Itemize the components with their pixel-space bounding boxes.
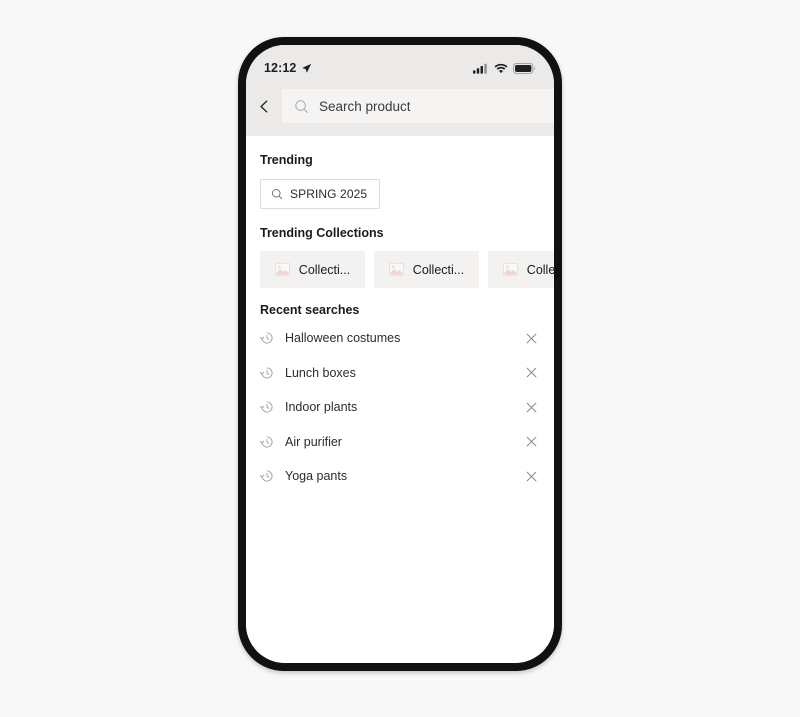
history-clock-icon	[260, 366, 274, 380]
image-placeholder-icon	[274, 263, 290, 276]
phone-screen: 12:12 Search product Trending SPRING 202…	[246, 45, 554, 663]
search-placeholder: Search product	[319, 98, 411, 114]
chevron-left-icon	[257, 99, 272, 114]
recent-search-label: Lunch boxes	[285, 365, 356, 380]
list-item[interactable]: Halloween costumes	[260, 321, 540, 356]
history-clock-icon	[260, 469, 274, 483]
recent-search-label: Halloween costumes	[285, 331, 401, 346]
trending-chip-row: SPRING 2025	[260, 179, 540, 209]
back-button[interactable]	[246, 89, 282, 123]
remove-recent-search-button[interactable]	[522, 467, 540, 485]
history-clock-icon	[260, 435, 274, 449]
recent-search-label: Yoga pants	[285, 469, 348, 484]
history-clock-icon	[260, 331, 274, 345]
collection-card[interactable]: Collecti...	[374, 251, 479, 288]
collection-card[interactable]: Collecti...	[488, 251, 554, 288]
recent-search-label: Air purifier	[285, 434, 342, 449]
collection-card[interactable]: Collecti...	[260, 251, 365, 288]
location-arrow-icon	[301, 63, 312, 74]
list-item[interactable]: Air purifier	[260, 425, 540, 460]
screenshot-canvas: 12:12 Search product Trending SPRING 202…	[0, 0, 800, 717]
collection-label: Collecti...	[412, 262, 465, 277]
image-placeholder-icon	[388, 263, 404, 276]
trending-chip-spring-2025[interactable]: SPRING 2025	[260, 179, 381, 209]
search-header: Search product	[246, 81, 554, 136]
status-bar-right	[473, 62, 536, 74]
remove-recent-search-button[interactable]	[522, 433, 540, 451]
search-suggestions-panel: Trending SPRING 2025 Trending Collection…	[246, 136, 554, 663]
image-placeholder-icon	[502, 263, 518, 276]
remove-recent-search-button[interactable]	[522, 364, 540, 382]
remove-recent-search-button[interactable]	[522, 329, 540, 347]
list-item[interactable]: Lunch boxes	[260, 356, 540, 391]
list-item[interactable]: Indoor plants	[260, 390, 540, 425]
search-input[interactable]: Search product	[282, 89, 554, 123]
cellular-signal-icon	[473, 63, 489, 74]
list-item[interactable]: Yoga pants	[260, 459, 540, 494]
remove-recent-search-button[interactable]	[522, 398, 540, 416]
status-time: 12:12	[264, 61, 297, 75]
history-clock-icon	[260, 400, 274, 414]
search-icon	[294, 99, 309, 114]
trending-collections-heading: Trending Collections	[260, 226, 384, 240]
status-bar: 12:12	[246, 45, 554, 81]
recent-searches-heading: Recent searches	[260, 303, 360, 317]
trending-collections-row[interactable]: Collecti... Collecti... Colle	[260, 251, 554, 288]
wifi-icon	[494, 63, 508, 74]
search-icon	[271, 188, 283, 200]
trending-heading: Trending	[260, 153, 313, 167]
collection-label: Collecti...	[298, 262, 351, 277]
phone-frame: 12:12 Search product Trending SPRING 202…	[238, 37, 562, 671]
recent-searches-list: Halloween costumes Lunch boxes Indoor pl…	[260, 321, 540, 494]
trending-chip-label: SPRING 2025	[290, 187, 368, 201]
status-bar-left: 12:12	[264, 61, 312, 75]
battery-icon	[513, 62, 536, 74]
collection-label: Collecti...	[526, 262, 554, 277]
recent-search-label: Indoor plants	[285, 400, 358, 415]
